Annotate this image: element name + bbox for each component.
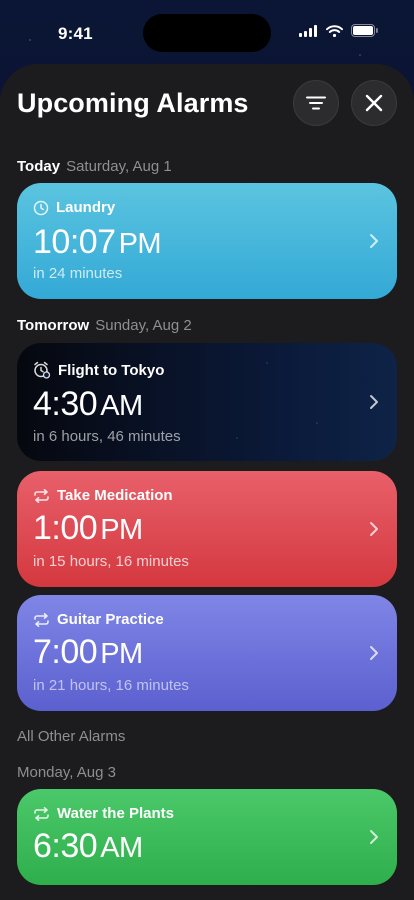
alarm-card-water-the-plants[interactable]: Water the Plants 6:30 AM bbox=[17, 789, 397, 885]
dynamic-island bbox=[143, 14, 271, 52]
section-date: Sunday, Aug 2 bbox=[95, 317, 192, 334]
alarm-name: Water the Plants bbox=[57, 805, 174, 822]
alarm-ampm: PM bbox=[100, 638, 143, 670]
section-label: Tomorrow bbox=[17, 317, 90, 334]
alarm-card-laundry[interactable]: Laundry 10:07 PM in 24 minutes bbox=[17, 183, 397, 299]
close-icon bbox=[365, 94, 383, 112]
alarm-relative: in 15 hours, 16 minutes bbox=[33, 553, 189, 570]
clock-icon bbox=[33, 200, 49, 215]
alarm-time: 10:07 PM bbox=[33, 223, 162, 262]
alarm-label-row: Water the Plants bbox=[33, 805, 174, 822]
battery-icon bbox=[351, 24, 378, 37]
filter-button[interactable] bbox=[293, 80, 339, 126]
section-header-tomorrow: Tomorrow Sunday, Aug 2 bbox=[17, 317, 192, 334]
chevron-right-icon bbox=[370, 395, 378, 409]
alarm-relative: in 21 hours, 16 minutes bbox=[33, 677, 189, 694]
chevron-right-icon bbox=[370, 234, 378, 248]
alarm-label-row: Laundry bbox=[33, 199, 115, 216]
chevron-right-icon bbox=[370, 522, 378, 536]
alarm-name: Guitar Practice bbox=[57, 611, 164, 628]
alarm-name: Flight to Tokyo bbox=[58, 361, 165, 379]
filter-icon bbox=[306, 96, 326, 110]
alarm-time-value: 7:00 bbox=[33, 633, 98, 671]
section-header-other: All Other Alarms bbox=[17, 728, 126, 745]
alarm-clock-icon bbox=[34, 361, 51, 379]
status-icons bbox=[299, 24, 378, 37]
close-button[interactable] bbox=[351, 80, 397, 126]
section-label: Today bbox=[17, 158, 61, 175]
alarm-time: 1:00 PM bbox=[33, 509, 143, 548]
alarm-time: 6:30 AM bbox=[33, 827, 143, 866]
section-date: Saturday, Aug 1 bbox=[66, 158, 172, 175]
section-header-monday: Monday, Aug 3 bbox=[17, 764, 116, 781]
alarm-label-row: Take Medication bbox=[33, 487, 173, 504]
wifi-icon bbox=[326, 24, 343, 37]
alarm-name: Take Medication bbox=[57, 487, 173, 504]
alarm-card-guitar-practice[interactable]: Guitar Practice 7:00 PM in 21 hours, 16 m… bbox=[17, 595, 397, 711]
alarm-time: 7:00 PM bbox=[33, 633, 143, 672]
repeat-icon bbox=[34, 612, 49, 627]
alarm-ampm: PM bbox=[118, 228, 162, 260]
alarm-ampm: AM bbox=[100, 832, 143, 864]
alarm-time-value: 1:00 bbox=[33, 509, 98, 547]
alarm-time-value: 4:30 bbox=[33, 385, 98, 423]
alarm-ampm: PM bbox=[100, 514, 143, 546]
alarm-label-row: Guitar Practice bbox=[33, 611, 164, 628]
alarm-relative: in 24 minutes bbox=[33, 265, 123, 282]
status-time: 9:41 bbox=[58, 24, 93, 43]
chevron-right-icon bbox=[370, 830, 378, 844]
alarm-relative: in 6 hours, 46 minutes bbox=[33, 428, 181, 445]
page-title: Upcoming Alarms bbox=[17, 88, 249, 118]
alarm-name: Laundry bbox=[56, 199, 116, 216]
chevron-right-icon bbox=[370, 646, 378, 660]
alarm-time-value: 6:30 bbox=[33, 827, 98, 865]
alarm-card-flight-to-tokyo[interactable]: Flight to Tokyo 4:30 AM in 6 hours, 46 mi… bbox=[17, 343, 397, 461]
alarm-card-take-medication[interactable]: Take Medication 1:00 PM in 15 hours, 16 m… bbox=[17, 471, 397, 587]
alarm-time: 4:30 AM bbox=[33, 385, 143, 424]
status-bar: 9:41 bbox=[0, 0, 414, 62]
repeat-icon bbox=[34, 488, 49, 503]
section-header-today: Today Saturday, Aug 1 bbox=[17, 158, 172, 175]
alarms-sheet: Upcoming Alarms Today Saturday, Aug 1 Lau… bbox=[0, 64, 414, 900]
alarm-ampm: AM bbox=[100, 390, 143, 422]
repeat-icon bbox=[34, 806, 49, 821]
alarm-time-value: 10:07 bbox=[33, 223, 116, 261]
cellular-signal-icon bbox=[299, 24, 317, 37]
alarm-label-row: Flight to Tokyo bbox=[33, 361, 164, 379]
